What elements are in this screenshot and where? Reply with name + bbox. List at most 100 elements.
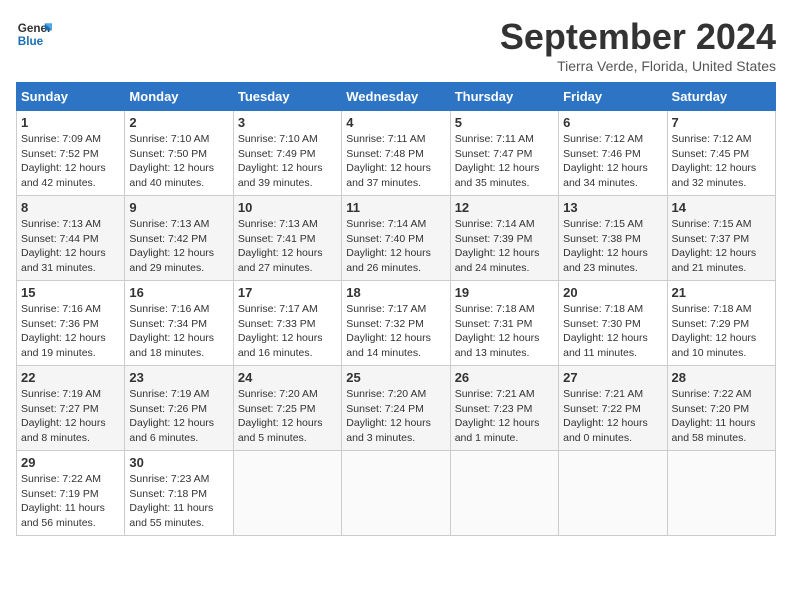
calendar-cell: 25Sunrise: 7:20 AMSunset: 7:24 PMDayligh… (342, 366, 450, 451)
calendar-cell: 20 Sunrise: 7:18 AMSunset: 7:30 PMDayligh… (559, 281, 667, 366)
calendar-week-row: 8 Sunrise: 7:13 AMSunset: 7:44 PMDaylight… (17, 196, 776, 281)
day-info: Sunrise: 7:17 AMSunset: 7:32 PMDaylight:… (346, 302, 445, 361)
day-number: 28 (672, 370, 771, 385)
day-number: 10 (238, 200, 337, 215)
calendar-cell: 12 Sunrise: 7:14 AMSunset: 7:39 PMDayligh… (450, 196, 558, 281)
day-number: 7 (672, 115, 771, 130)
day-info: Sunrise: 7:11 AMSunset: 7:48 PMDaylight:… (346, 132, 445, 191)
day-number: 13 (563, 200, 662, 215)
day-info: Sunrise: 7:16 AMSunset: 7:36 PMDaylight:… (21, 302, 120, 361)
day-info: Sunrise: 7:16 AMSunset: 7:34 PMDaylight:… (129, 302, 228, 361)
month-title: September 2024 (500, 16, 776, 58)
calendar-cell (667, 451, 775, 536)
day-number: 8 (21, 200, 120, 215)
page-header: General Blue September 2024 Tierra Verde… (16, 16, 776, 74)
logo: General Blue (16, 16, 52, 52)
day-info: Sunrise: 7:13 AMSunset: 7:42 PMDaylight:… (129, 217, 228, 276)
calendar-cell: 22 Sunrise: 7:19 AMSunset: 7:27 PMDayligh… (17, 366, 125, 451)
location: Tierra Verde, Florida, United States (500, 58, 776, 74)
calendar-cell: 10 Sunrise: 7:13 AMSunset: 7:41 PMDayligh… (233, 196, 341, 281)
day-number: 20 (563, 285, 662, 300)
calendar-cell: 4 Sunrise: 7:11 AMSunset: 7:48 PMDaylight… (342, 111, 450, 196)
day-number: 17 (238, 285, 337, 300)
day-info: Sunrise: 7:19 AMSunset: 7:26 PMDaylight:… (129, 387, 228, 446)
day-info: Sunrise: 7:18 AMSunset: 7:30 PMDaylight:… (563, 302, 662, 361)
day-number: 4 (346, 115, 445, 130)
calendar-cell: 17 Sunrise: 7:17 AMSunset: 7:33 PMDayligh… (233, 281, 341, 366)
day-info: Sunrise: 7:15 AMSunset: 7:37 PMDaylight:… (672, 217, 771, 276)
day-info: Sunrise: 7:12 AMSunset: 7:45 PMDaylight:… (672, 132, 771, 191)
day-info: Sunrise: 7:15 AMSunset: 7:38 PMDaylight:… (563, 217, 662, 276)
calendar-week-row: 15Sunrise: 7:16 AMSunset: 7:36 PMDayligh… (17, 281, 776, 366)
day-info: Sunrise: 7:21 AMSunset: 7:23 PMDaylight:… (455, 387, 554, 446)
calendar-week-row: 22 Sunrise: 7:19 AMSunset: 7:27 PMDayligh… (17, 366, 776, 451)
day-number: 18 (346, 285, 445, 300)
day-number: 11 (346, 200, 445, 215)
day-number: 6 (563, 115, 662, 130)
day-info: Sunrise: 7:12 AMSunset: 7:46 PMDaylight:… (563, 132, 662, 191)
calendar-table: SundayMondayTuesdayWednesdayThursdayFrid… (16, 82, 776, 536)
weekday-header: Thursday (450, 83, 558, 111)
weekday-header: Tuesday (233, 83, 341, 111)
calendar-cell: 11Sunrise: 7:14 AMSunset: 7:40 PMDayligh… (342, 196, 450, 281)
day-info: Sunrise: 7:13 AMSunset: 7:44 PMDaylight:… (21, 217, 120, 276)
day-number: 25 (346, 370, 445, 385)
calendar-cell (450, 451, 558, 536)
day-info: Sunrise: 7:20 AMSunset: 7:25 PMDaylight:… (238, 387, 337, 446)
calendar-cell: 16Sunrise: 7:16 AMSunset: 7:34 PMDayligh… (125, 281, 233, 366)
day-number: 12 (455, 200, 554, 215)
svg-text:Blue: Blue (18, 35, 44, 48)
calendar-cell: 30Sunrise: 7:23 AMSunset: 7:18 PMDayligh… (125, 451, 233, 536)
day-info: Sunrise: 7:13 AMSunset: 7:41 PMDaylight:… (238, 217, 337, 276)
calendar-cell: 5Sunrise: 7:11 AMSunset: 7:47 PMDaylight… (450, 111, 558, 196)
day-number: 1 (21, 115, 120, 130)
calendar-header: SundayMondayTuesdayWednesdayThursdayFrid… (17, 83, 776, 111)
calendar-cell: 19 Sunrise: 7:18 AMSunset: 7:31 PMDayligh… (450, 281, 558, 366)
calendar-cell (233, 451, 341, 536)
day-number: 29 (21, 455, 120, 470)
calendar-cell: 18 Sunrise: 7:17 AMSunset: 7:32 PMDayligh… (342, 281, 450, 366)
calendar-cell: 14 Sunrise: 7:15 AMSunset: 7:37 PMDayligh… (667, 196, 775, 281)
day-info: Sunrise: 7:22 AMSunset: 7:20 PMDaylight:… (672, 387, 771, 446)
day-number: 24 (238, 370, 337, 385)
calendar-cell: 13 Sunrise: 7:15 AMSunset: 7:38 PMDayligh… (559, 196, 667, 281)
calendar-cell (342, 451, 450, 536)
calendar-cell: 2 Sunrise: 7:10 AMSunset: 7:50 PMDaylight… (125, 111, 233, 196)
day-number: 26 (455, 370, 554, 385)
weekday-header: Wednesday (342, 83, 450, 111)
day-number: 19 (455, 285, 554, 300)
calendar-cell: 15Sunrise: 7:16 AMSunset: 7:36 PMDayligh… (17, 281, 125, 366)
calendar-body: 1Sunrise: 7:09 AMSunset: 7:52 PMDaylight… (17, 111, 776, 536)
day-info: Sunrise: 7:10 AMSunset: 7:49 PMDaylight:… (238, 132, 337, 191)
title-block: September 2024 Tierra Verde, Florida, Un… (500, 16, 776, 74)
day-info: Sunrise: 7:18 AMSunset: 7:31 PMDaylight:… (455, 302, 554, 361)
day-info: Sunrise: 7:18 AMSunset: 7:29 PMDaylight:… (672, 302, 771, 361)
calendar-cell (559, 451, 667, 536)
day-number: 21 (672, 285, 771, 300)
calendar-cell: 23 Sunrise: 7:19 AMSunset: 7:26 PMDayligh… (125, 366, 233, 451)
weekday-header-row: SundayMondayTuesdayWednesdayThursdayFrid… (17, 83, 776, 111)
weekday-header: Sunday (17, 83, 125, 111)
day-number: 23 (129, 370, 228, 385)
day-info: Sunrise: 7:21 AMSunset: 7:22 PMDaylight:… (563, 387, 662, 446)
calendar-cell: 8 Sunrise: 7:13 AMSunset: 7:44 PMDaylight… (17, 196, 125, 281)
day-info: Sunrise: 7:17 AMSunset: 7:33 PMDaylight:… (238, 302, 337, 361)
calendar-cell: 24 Sunrise: 7:20 AMSunset: 7:25 PMDayligh… (233, 366, 341, 451)
day-number: 14 (672, 200, 771, 215)
weekday-header: Friday (559, 83, 667, 111)
calendar-cell: 26 Sunrise: 7:21 AMSunset: 7:23 PMDayligh… (450, 366, 558, 451)
day-info: Sunrise: 7:10 AMSunset: 7:50 PMDaylight:… (129, 132, 228, 191)
calendar-cell: 6 Sunrise: 7:12 AMSunset: 7:46 PMDaylight… (559, 111, 667, 196)
calendar-cell: 7 Sunrise: 7:12 AMSunset: 7:45 PMDaylight… (667, 111, 775, 196)
weekday-header: Monday (125, 83, 233, 111)
calendar-week-row: 29Sunrise: 7:22 AMSunset: 7:19 PMDayligh… (17, 451, 776, 536)
calendar-cell: 27Sunrise: 7:21 AMSunset: 7:22 PMDayligh… (559, 366, 667, 451)
day-number: 2 (129, 115, 228, 130)
day-info: Sunrise: 7:19 AMSunset: 7:27 PMDaylight:… (21, 387, 120, 446)
day-number: 22 (21, 370, 120, 385)
calendar-cell: 21 Sunrise: 7:18 AMSunset: 7:29 PMDayligh… (667, 281, 775, 366)
day-info: Sunrise: 7:14 AMSunset: 7:39 PMDaylight:… (455, 217, 554, 276)
weekday-header: Saturday (667, 83, 775, 111)
calendar-cell: 29Sunrise: 7:22 AMSunset: 7:19 PMDayligh… (17, 451, 125, 536)
calendar-cell: 1Sunrise: 7:09 AMSunset: 7:52 PMDaylight… (17, 111, 125, 196)
